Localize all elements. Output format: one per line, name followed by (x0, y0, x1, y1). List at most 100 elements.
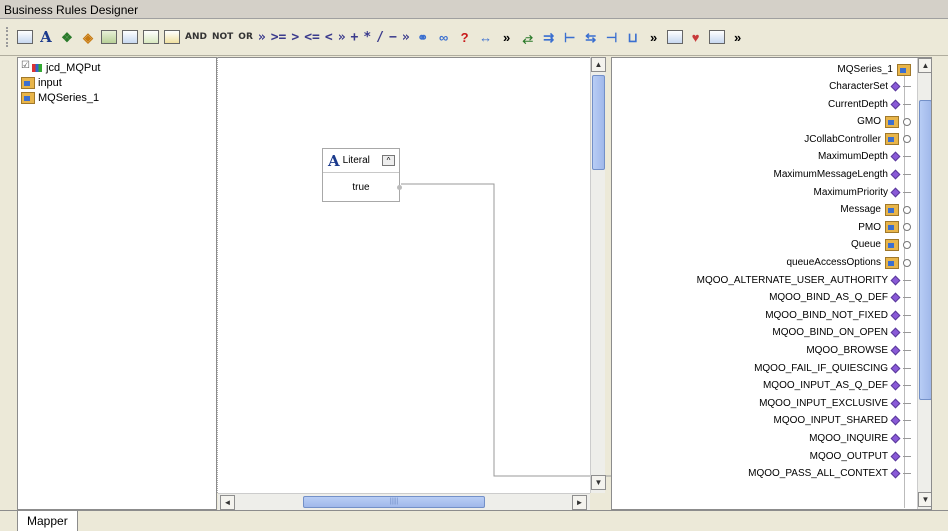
tree-item[interactable]: Message (840, 202, 911, 217)
expand-connector-icon[interactable] (903, 135, 911, 144)
tree-item[interactable]: queueAccessOptions (786, 255, 911, 270)
scroll-down-button[interactable]: ▼ (591, 475, 606, 490)
tree-item[interactable]: MQOO_BIND_AS_Q_DEF (769, 290, 911, 305)
gt-button[interactable]: > (291, 30, 299, 45)
heart-icon[interactable]: ♥ (688, 29, 704, 45)
tree-item[interactable]: PMO (858, 220, 911, 235)
tree-item-input[interactable]: input (18, 75, 216, 90)
expand-connector-icon[interactable] (903, 117, 911, 126)
conditional-icon[interactable]: ? (457, 29, 473, 45)
expand-connector-icon[interactable] (903, 205, 911, 214)
canvas-horizontal-scrollbar[interactable]: ◄ ||||| ► (218, 493, 590, 510)
tree-item[interactable]: MQOO_PASS_ALL_CONTEXT (748, 466, 911, 481)
reset-icon[interactable] (164, 30, 180, 44)
grid-icon[interactable] (666, 30, 683, 44)
trim-icon[interactable]: ⊣ (604, 29, 620, 45)
more-icon[interactable]: » (646, 29, 662, 45)
toolbar-grip[interactable] (6, 27, 10, 47)
string-op-icon[interactable]: ↔ (478, 29, 494, 45)
scroll-right-button[interactable]: ► (572, 495, 587, 510)
constructor-icon[interactable]: ◈ (80, 29, 96, 45)
substring-icon[interactable]: ⇉ (541, 29, 557, 45)
lt-button[interactable]: < (325, 30, 333, 45)
tree-item[interactable]: MQOO_BIND_ON_OPEN (772, 325, 911, 340)
tree-item-mqseries[interactable]: MQSeries_1 (18, 90, 216, 105)
divide-button[interactable]: / (376, 30, 384, 45)
tree-item[interactable]: MaximumPriority (814, 185, 911, 200)
tree-connector-line (903, 473, 911, 475)
tab-mapper[interactable]: Mapper (17, 511, 78, 531)
tree-item[interactable]: MQOO_INPUT_AS_Q_DEF (763, 378, 911, 393)
literal-icon[interactable]: A (38, 29, 54, 45)
tree-item[interactable]: MQOO_FAIL_IF_QUIESCING (754, 361, 911, 376)
collapse-button[interactable]: ^ (382, 155, 395, 166)
more-ops-button-2[interactable]: » (338, 30, 346, 45)
or-button[interactable]: OR (238, 32, 253, 42)
mapping-canvas[interactable] (217, 57, 590, 493)
expand-connector-icon[interactable] (903, 258, 911, 267)
matrix-icon[interactable] (708, 30, 725, 44)
class-icon[interactable]: ❖ (59, 29, 75, 45)
literal-value-row[interactable]: true (323, 173, 402, 201)
scroll-thumb[interactable] (592, 75, 605, 170)
replace-icon[interactable]: ⊔ (625, 29, 641, 45)
input-tree-panel[interactable]: jcd_MQPut input MQSeries_1 (17, 57, 217, 510)
tree-item-label: MQSeries_1 (837, 64, 893, 75)
tree-root-mqseries[interactable]: MQSeries_1 (837, 62, 911, 77)
literal-header[interactable]: A Literal ^ (323, 149, 399, 173)
tree-item[interactable]: MQOO_INQUIRE (809, 431, 911, 446)
tree-item-jcd[interactable]: jcd_MQPut (18, 60, 216, 75)
plus-button[interactable]: + (351, 30, 359, 45)
field-icon (890, 275, 901, 286)
tree-item[interactable]: MaximumDepth (818, 149, 911, 164)
more-string-icon[interactable]: » (499, 29, 515, 45)
tree-item[interactable]: JCollabController (804, 132, 911, 147)
concat-icon[interactable]: ⥄ (520, 29, 536, 45)
tree-connector-line (903, 438, 911, 439)
output-vertical-scrollbar[interactable]: ▲ ▼ (917, 58, 931, 509)
more-ops-button[interactable]: » (258, 30, 266, 45)
tree-item[interactable]: MQOO_INPUT_SHARED (774, 413, 911, 428)
tree-item[interactable]: CurrentDepth (828, 97, 911, 112)
index-icon[interactable]: ⇆ (583, 29, 599, 45)
var-icon[interactable] (143, 30, 159, 44)
tree-item[interactable]: MQOO_INPUT_EXCLUSIVE (759, 396, 911, 411)
tree-item[interactable]: CharacterSet (829, 79, 911, 94)
expand-connector-icon[interactable] (903, 240, 911, 249)
tree-item[interactable]: MaximumMessageLength (774, 167, 911, 182)
tree-item-label: MQOO_FAIL_IF_QUIESCING (754, 362, 888, 374)
scroll-up-button[interactable]: ▲ (918, 58, 931, 73)
scroll-thumb[interactable] (919, 100, 931, 400)
link-icon[interactable]: ⚭ (415, 29, 431, 45)
tree-item[interactable]: Queue (851, 237, 911, 252)
method-icon[interactable] (17, 30, 33, 44)
array-icon[interactable] (101, 30, 117, 44)
minus-button[interactable]: − (389, 30, 397, 45)
scroll-up-button[interactable]: ▲ (591, 57, 606, 72)
cast-icon[interactable] (122, 30, 138, 44)
tree-item[interactable]: GMO (857, 114, 911, 129)
tree-item[interactable]: MQOO_BROWSE (806, 343, 911, 358)
output-tree-panel[interactable]: MQSeries_1 CharacterSet CurrentDepth GMO JCo… (611, 57, 932, 510)
expand-connector-icon[interactable] (903, 223, 911, 232)
lte-button[interactable]: <= (304, 30, 320, 45)
overflow-icon[interactable]: » (730, 29, 746, 45)
canvas-vertical-scrollbar[interactable]: ▲ ▼ (590, 57, 606, 493)
tree-item[interactable]: MQOO_OUTPUT (810, 449, 911, 464)
tree-item[interactable]: MQOO_ALTERNATE_USER_AUTHORITY (697, 273, 911, 288)
chain-icon[interactable]: ∞ (436, 29, 452, 45)
not-button[interactable]: NOT (212, 32, 233, 42)
multiply-button[interactable]: * (363, 30, 371, 45)
gte-button[interactable]: >= (271, 30, 287, 45)
literal-node[interactable]: A Literal ^ true (322, 148, 402, 202)
output-port[interactable] (397, 185, 402, 190)
more-ops-button-3[interactable]: » (402, 30, 410, 45)
scroll-left-button[interactable]: ◄ (220, 495, 235, 510)
and-button[interactable]: AND (185, 32, 207, 42)
tree-connector-line (903, 455, 911, 457)
scroll-down-button[interactable]: ▼ (918, 492, 931, 507)
length-icon[interactable]: ⊢ (562, 29, 578, 45)
scroll-thumb[interactable]: ||||| (303, 496, 485, 508)
field-icon (890, 433, 901, 444)
tree-item[interactable]: MQOO_BIND_NOT_FIXED (765, 308, 911, 323)
